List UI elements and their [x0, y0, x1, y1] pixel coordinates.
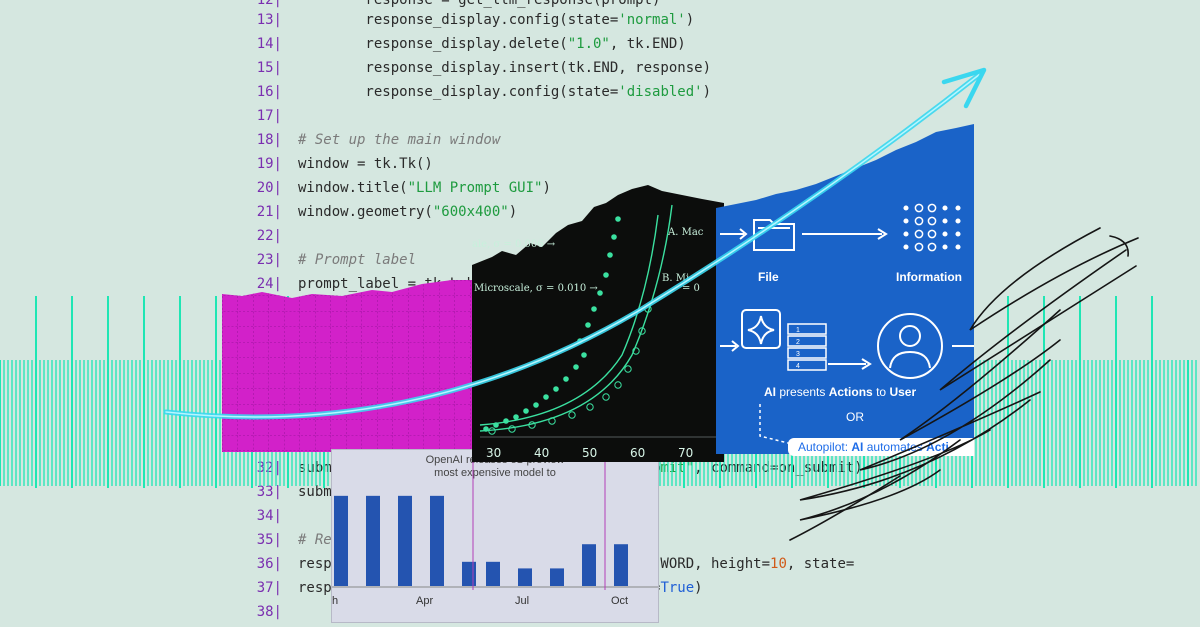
collage-canvas: 12| response = get_llm_response(prompt) 1…: [0, 0, 1200, 627]
growth-arrow-icon: [163, 67, 987, 420]
decorative-overlay: [163, 67, 1139, 541]
scribble-doodle: [789, 227, 1139, 541]
